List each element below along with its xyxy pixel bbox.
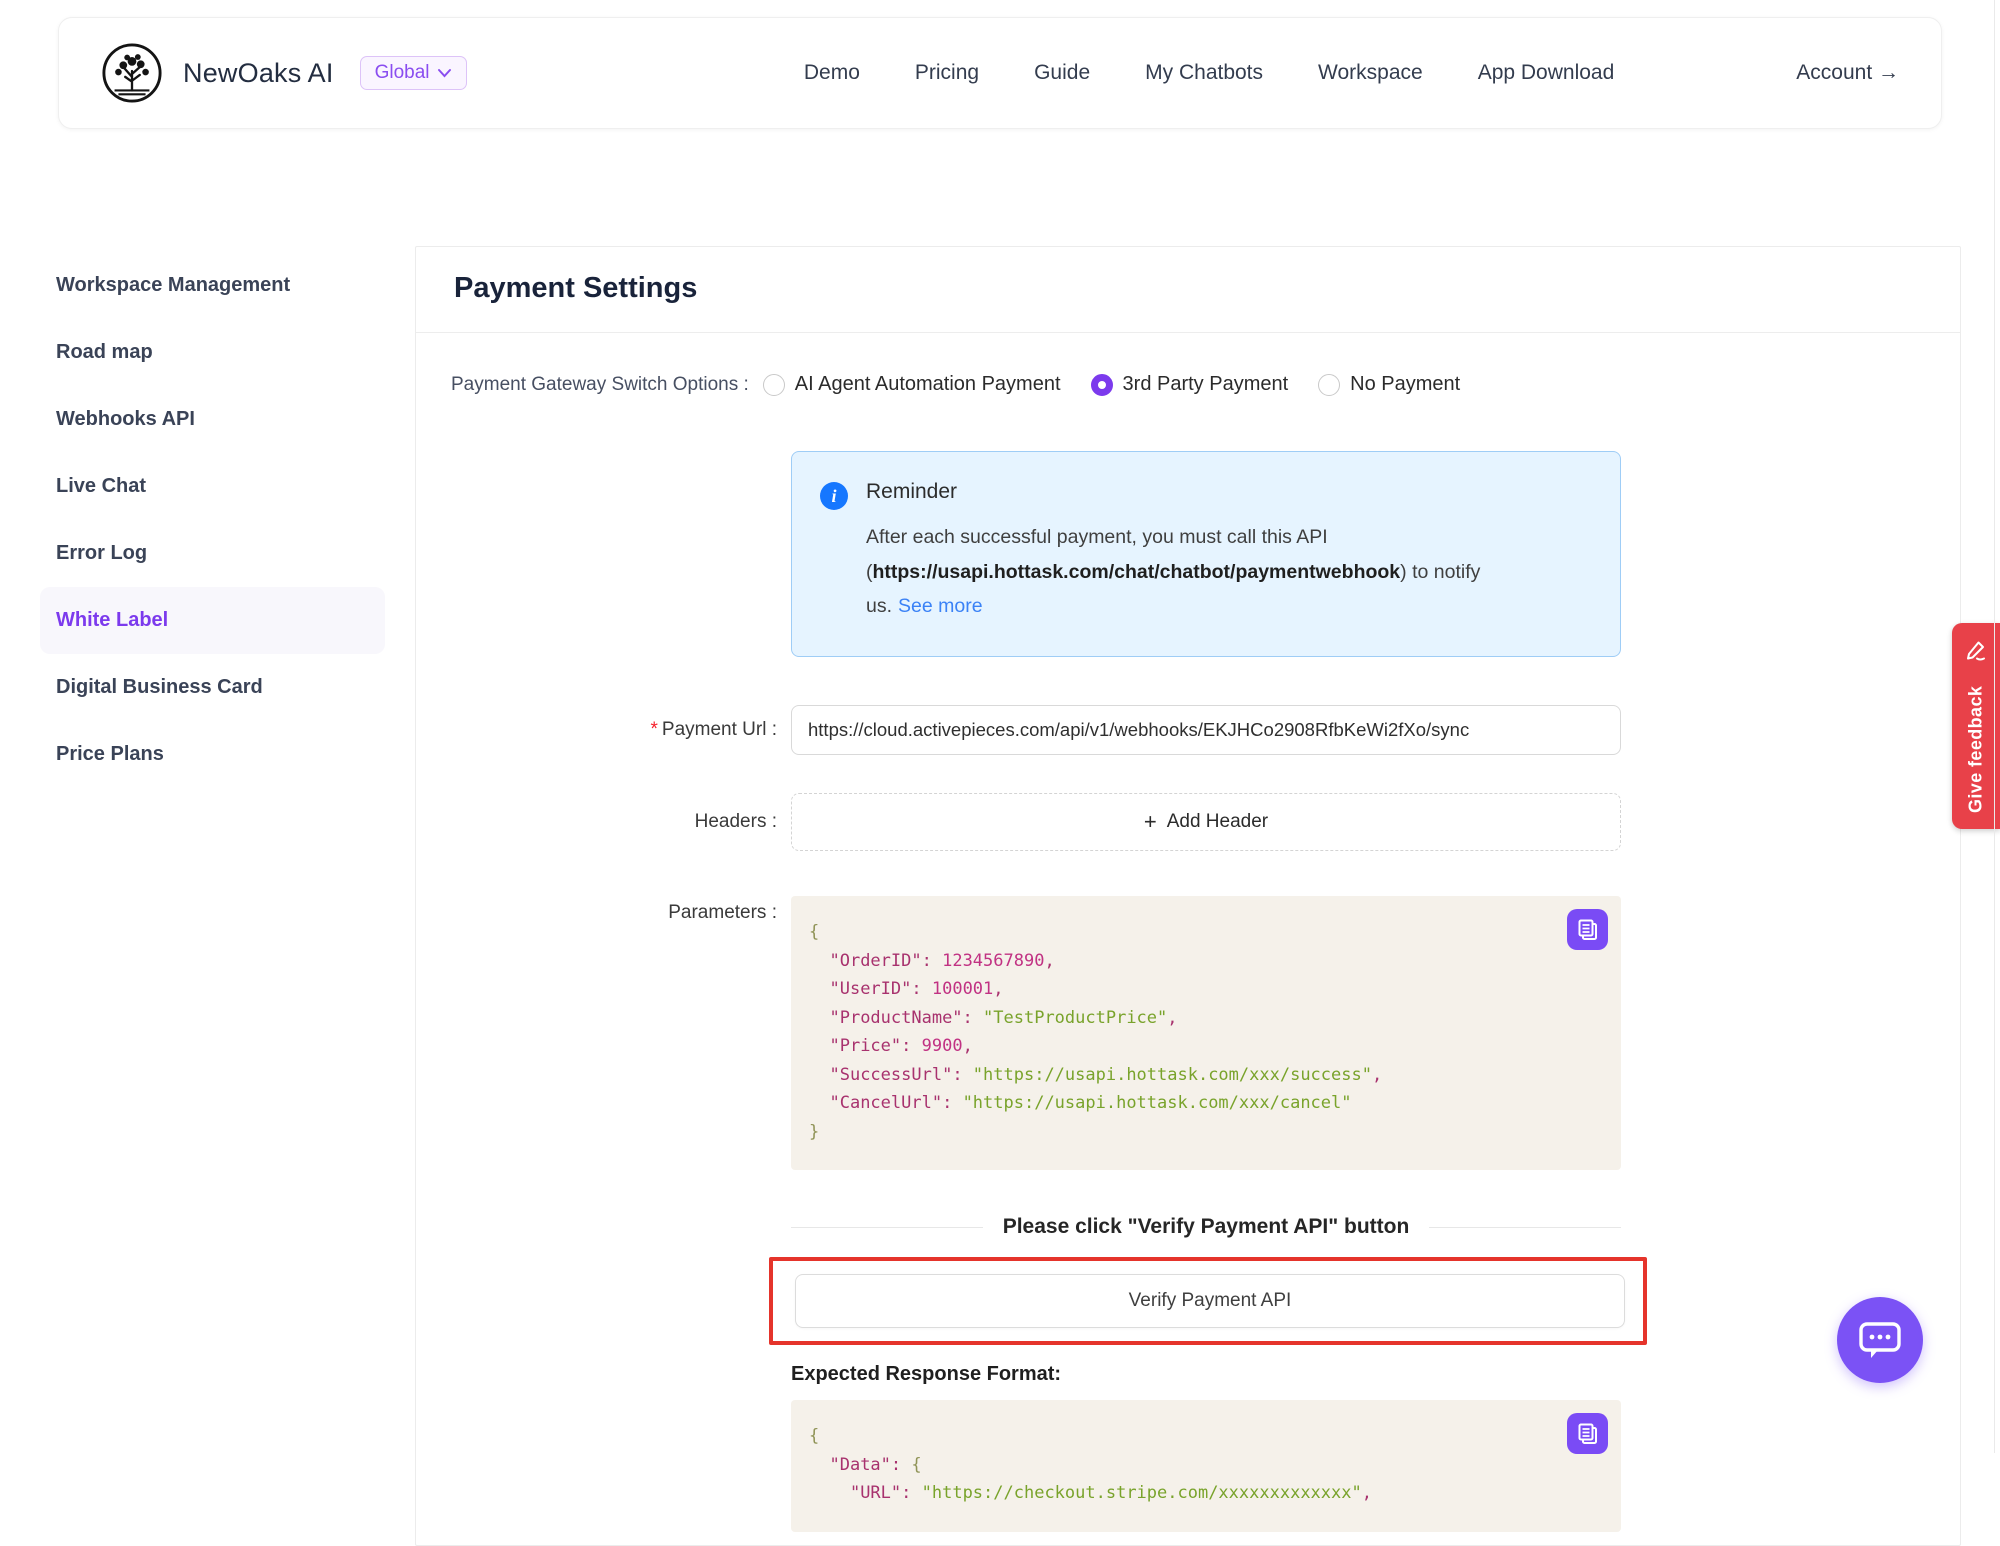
radio-option-label: AI Agent Automation Payment [795,373,1061,396]
nav-link-my-chatbots[interactable]: My Chatbots [1145,61,1263,85]
gateway-options-label: Payment Gateway Switch Options : [451,374,749,396]
code-line: "UserID": 100001, [809,975,1561,1004]
radio-unselected-icon[interactable] [763,374,785,396]
code-line: "OrderID": 1234567890, [809,947,1561,976]
verify-instruction-text: Please click "Verify Payment API" button [1003,1215,1410,1239]
radio-unselected-icon[interactable] [1318,374,1340,396]
copy-parameters-button[interactable] [1567,909,1608,950]
chat-bubble-icon [1857,1319,1903,1361]
code-line: "Price": 9900, [809,1032,1561,1061]
top-navbar: NewOaks AI Global Demo Pricing Guide My … [58,17,1942,129]
radio-option-label: No Payment [1350,373,1460,396]
code-line: "CancelUrl": "https://usapi.hottask.com/… [809,1089,1561,1118]
nav-link-demo[interactable]: Demo [804,61,860,85]
chevron-down-icon [437,68,452,78]
newoaks-logo [101,42,163,104]
payment-url-input[interactable] [791,705,1621,755]
info-icon: i [820,482,848,510]
code-line: "ProductName": "TestProductPrice", [809,1004,1561,1033]
reminder-title: Reminder [866,480,1564,504]
headers-label: Headers : [416,811,791,833]
expected-response-label: Expected Response Format: [791,1363,1960,1386]
code-line: { [809,918,1561,947]
see-more-link[interactable]: See more [898,595,983,617]
reminder-alert: i Reminder After each successful payment… [791,451,1621,657]
radio-selected-icon[interactable] [1091,374,1113,396]
verify-instruction-divider: Please click "Verify Payment API" button [791,1215,1621,1239]
pencil-icon [1964,637,1988,663]
payment-gateway-options: Payment Gateway Switch Options : AI Agen… [451,373,1960,396]
add-header-button[interactable]: + Add Header [791,793,1621,851]
reminder-api-url: https://usapi.hottask.com/chat/chatbot/p… [873,561,1401,583]
code-line: "Data": { [809,1451,1561,1480]
account-link[interactable]: Account → [1796,61,1899,85]
required-asterisk: * [651,719,658,740]
sidebar-item-webhooks-api[interactable]: Webhooks API [40,386,385,453]
code-line: } [809,1118,1561,1147]
brand-name: NewOaks AI [183,58,334,89]
give-feedback-label: Give feedback [1952,675,2000,823]
nav-link-workspace[interactable]: Workspace [1318,61,1423,85]
sidebar-item-white-label[interactable]: White Label [40,587,385,654]
nav-link-app-download[interactable]: App Download [1478,61,1615,85]
verify-payment-api-button[interactable]: Verify Payment API [795,1274,1625,1328]
parameters-label: Parameters : [416,896,791,924]
region-selector[interactable]: Global [360,56,468,90]
settings-sidebar: Workspace Management Road map Webhooks A… [40,252,385,788]
radio-no-payment[interactable]: No Payment [1318,373,1460,396]
payment-settings-panel: Payment Settings Payment Gateway Switch … [415,246,1961,1546]
sidebar-item-live-chat[interactable]: Live Chat [40,453,385,520]
parameters-code-block: { "OrderID": 1234567890, "UserID": 10000… [791,896,1621,1170]
headers-row: Headers : + Add Header [416,793,1960,851]
page-title: Payment Settings [454,272,1922,305]
panel-header: Payment Settings [416,247,1960,333]
radio-option-label: 3rd Party Payment [1123,373,1289,396]
region-label: Global [375,62,430,84]
nav-link-guide[interactable]: Guide [1034,61,1090,85]
red-annotation-highlight: Verify Payment API [769,1257,1647,1345]
sidebar-item-workspace-management[interactable]: Workspace Management [40,252,385,319]
parameters-row: Parameters : { "OrderID": 1234567890, "U… [416,896,1960,1170]
reminder-body: After each successful payment, you must … [866,520,1506,624]
chat-widget-button[interactable] [1837,1297,1923,1383]
radio-ai-agent-automation-payment[interactable]: AI Agent Automation Payment [763,373,1061,396]
response-code-block: { "Data": { "URL": "https://checkout.str… [791,1400,1621,1532]
copy-response-button[interactable] [1567,1413,1608,1454]
plus-icon: + [1144,811,1157,833]
code-line: "SuccessUrl": "https://usapi.hottask.com… [809,1061,1561,1090]
code-line: "URL": "https://checkout.stripe.com/xxxx… [809,1479,1561,1508]
nav-link-pricing[interactable]: Pricing [915,61,979,85]
page-edge-divider [1994,0,1995,1453]
copy-icon [1577,1422,1599,1446]
sidebar-item-road-map[interactable]: Road map [40,319,385,386]
payment-url-label: *Payment Url : [416,719,791,741]
code-line: { [809,1422,1561,1451]
add-header-label: Add Header [1167,811,1268,833]
payment-url-row: *Payment Url : [416,705,1960,755]
give-feedback-tab[interactable]: Give feedback [1952,623,2000,829]
sidebar-item-price-plans[interactable]: Price Plans [40,721,385,788]
main-navigation: Demo Pricing Guide My Chatbots Workspace… [804,61,1614,85]
sidebar-item-digital-business-card[interactable]: Digital Business Card [40,654,385,721]
radio-3rd-party-payment[interactable]: 3rd Party Payment [1091,373,1289,396]
copy-icon [1577,918,1599,942]
sidebar-item-error-log[interactable]: Error Log [40,520,385,587]
